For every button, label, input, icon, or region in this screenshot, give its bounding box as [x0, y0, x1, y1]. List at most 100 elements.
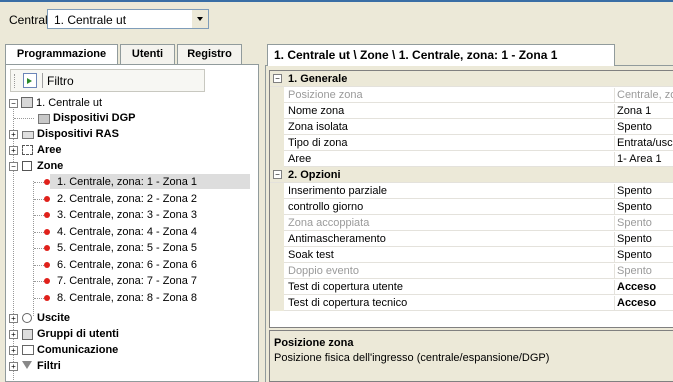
tree-item-label: Dispositivi DGP — [53, 112, 136, 124]
tree-item-comunicazione[interactable]: + Comunicazione — [6, 342, 256, 358]
toolbar-grip[interactable] — [14, 74, 17, 88]
property-value[interactable]: Spento — [617, 216, 652, 230]
property-name: Test di copertura tecnico — [288, 296, 615, 310]
collapse-icon[interactable]: − — [273, 74, 282, 83]
tab-zone-detail[interactable]: 1. Centrale ut \ Zone \ 1. Centrale, zon… — [267, 44, 615, 66]
property-name: Doppio evento — [288, 264, 615, 278]
tree-item-label: Uscite — [37, 312, 71, 324]
keypad-icon — [22, 131, 34, 139]
toolbar-separator — [42, 73, 43, 88]
property-value[interactable]: Spento — [617, 248, 652, 262]
collapse-icon[interactable]: − — [9, 162, 18, 171]
tree-zone-8[interactable]: 8. Centrale, zona: 8 - Zona 8 — [6, 290, 256, 306]
tree-item-label: Filtri — [37, 360, 61, 372]
tab-registro[interactable]: Registro — [177, 44, 242, 65]
property-row[interactable]: controllo giorno Spento — [270, 199, 673, 215]
zone-dot-icon — [44, 295, 50, 301]
tab-programmazione[interactable]: Programmazione — [5, 44, 118, 65]
property-row[interactable]: Inserimento parziale Spento — [270, 183, 673, 199]
chevron-down-icon[interactable] — [192, 10, 208, 28]
communication-icon — [22, 345, 34, 355]
tree-connector — [34, 199, 44, 200]
collapse-icon[interactable]: − — [9, 99, 18, 108]
tree-item-dispositivi-ras[interactable]: + Dispositivi RAS — [6, 126, 256, 142]
property-value[interactable]: Entrata/uscita — [617, 136, 673, 150]
expand-icon[interactable]: + — [9, 314, 18, 323]
output-icon — [22, 313, 32, 323]
property-row[interactable]: Zona accoppiata Spento — [270, 215, 673, 231]
property-row[interactable]: Aree 1- Area 1 — [270, 151, 673, 167]
tree-root-label: 1. Centrale ut — [36, 97, 103, 109]
tree-zone-3[interactable]: 3. Centrale, zona: 3 - Zona 3 — [6, 207, 256, 223]
property-name: Aree — [288, 152, 615, 166]
property-value[interactable]: Spento — [617, 184, 652, 198]
centrale-select[interactable]: 1. Centrale ut — [47, 9, 209, 29]
tree-item-filtri[interactable]: + Filtri — [6, 358, 256, 374]
zone-icon — [22, 161, 32, 171]
tree-item-uscite[interactable]: + Uscite — [6, 310, 256, 326]
tree-zone-label: 5. Centrale, zona: 5 - Zona 5 — [57, 242, 198, 254]
tree-item-label: Aree — [37, 144, 62, 156]
property-value[interactable]: Acceso — [617, 296, 656, 310]
tree-zone-2[interactable]: 2. Centrale, zona: 2 - Zona 2 — [6, 191, 256, 207]
tree-connector — [34, 215, 44, 216]
tree-zone-label: 2. Centrale, zona: 2 - Zona 2 — [57, 193, 198, 205]
zone-dot-icon — [44, 229, 50, 235]
tree-zone-7[interactable]: 7. Centrale, zona: 7 - Zona 7 — [6, 273, 256, 289]
tab-utenti[interactable]: Utenti — [120, 44, 175, 65]
category-opzioni[interactable]: − 2. Opzioni — [270, 167, 673, 183]
property-value[interactable]: Spento — [617, 200, 652, 214]
property-name: Tipo di zona — [288, 136, 615, 150]
property-row[interactable]: Tipo di zonaEntrata/uscita — [270, 135, 673, 151]
property-value[interactable]: Acceso — [617, 280, 656, 294]
tree-item-aree[interactable]: + Aree — [6, 142, 256, 158]
tree-zone-1[interactable]: 1. Centrale, zona: 1 - Zona 1 — [6, 174, 256, 190]
expand-icon[interactable]: + — [9, 346, 18, 355]
property-value[interactable]: Centrale, zona — [617, 88, 673, 102]
property-row[interactable]: Soak test Spento — [270, 247, 673, 263]
property-row[interactable]: Zona isolata Spento — [270, 119, 673, 135]
tree-item-dispositivi-dgp[interactable]: Dispositivi DGP — [6, 110, 256, 126]
property-value[interactable]: Spento — [617, 264, 652, 278]
zone-dot-icon — [44, 212, 50, 218]
tree-item-label: Comunicazione — [37, 344, 119, 356]
property-name: controllo giorno — [288, 200, 615, 214]
control-panel-icon — [21, 97, 33, 108]
property-name: Soak test — [288, 248, 615, 262]
property-grid: − 1. Generale Posizione zonaCentrale, zo… — [269, 70, 673, 328]
expand-icon[interactable]: + — [9, 130, 18, 139]
property-value[interactable]: Spento — [617, 232, 652, 246]
property-row[interactable]: Test di copertura tecnico Acceso — [270, 295, 673, 311]
filter-apply-icon[interactable] — [23, 73, 37, 88]
tree-connector — [34, 248, 44, 249]
tree-zone-label: 7. Centrale, zona: 7 - Zona 7 — [57, 275, 198, 287]
centrale-select-value: 1. Centrale ut — [54, 13, 127, 27]
property-name: Antimascheramento — [288, 232, 615, 246]
property-row[interactable]: Doppio evento Spento — [270, 263, 673, 279]
description-panel: Posizione zona Posizione fisica dell'ing… — [269, 330, 673, 382]
tree-zone-5[interactable]: 5. Centrale, zona: 5 - Zona 5 — [6, 240, 256, 256]
tree-zone-6[interactable]: 6. Centrale, zona: 6 - Zona 6 — [6, 257, 256, 273]
tree-zone-label: 3. Centrale, zona: 3 - Zona 3 — [57, 209, 198, 221]
description-text: Posizione fisica dell'ingresso (centrale… — [274, 352, 550, 364]
tree-connector — [34, 298, 44, 299]
expand-icon[interactable]: + — [9, 362, 18, 371]
tree-zone-4[interactable]: 4. Centrale, zona: 4 - Zona 4 — [6, 224, 256, 240]
tree-connector — [34, 265, 44, 266]
tree-item-gruppi-di-utenti[interactable]: + Gruppi di utenti — [6, 326, 256, 342]
tree-item-zone[interactable]: − Zone — [6, 158, 256, 174]
expand-icon[interactable]: + — [9, 146, 18, 155]
collapse-icon[interactable]: − — [273, 170, 282, 179]
property-name: Test di copertura utente — [288, 280, 615, 294]
property-value[interactable]: 1- Area 1 — [617, 152, 662, 166]
property-row[interactable]: Test di copertura utente Acceso — [270, 279, 673, 295]
property-row[interactable]: Antimascheramento Spento — [270, 231, 673, 247]
filter-button[interactable]: Filtro — [47, 74, 74, 88]
tree-root[interactable]: − 1. Centrale ut — [6, 95, 256, 111]
property-row[interactable]: Nome zona Zona 1 — [270, 103, 673, 119]
property-row[interactable]: Posizione zonaCentrale, zona — [270, 87, 673, 103]
category-generale[interactable]: − 1. Generale — [270, 71, 673, 87]
property-value[interactable]: Spento — [617, 120, 652, 134]
expand-icon[interactable]: + — [9, 330, 18, 339]
property-value[interactable]: Zona 1 — [617, 104, 651, 118]
